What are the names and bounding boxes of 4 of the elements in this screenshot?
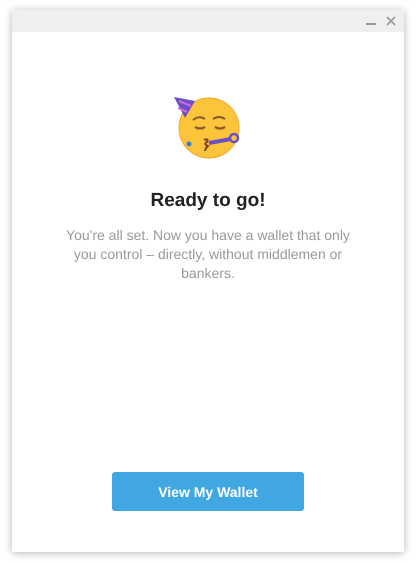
description: You're all set. Now you have a wallet that only you control – directly, without middlemen or bankers. [65,226,351,283]
close-icon[interactable] [386,16,396,26]
view-wallet-button[interactable]: View My Wallet [112,472,304,511]
heading: Ready to go! [150,190,266,212]
